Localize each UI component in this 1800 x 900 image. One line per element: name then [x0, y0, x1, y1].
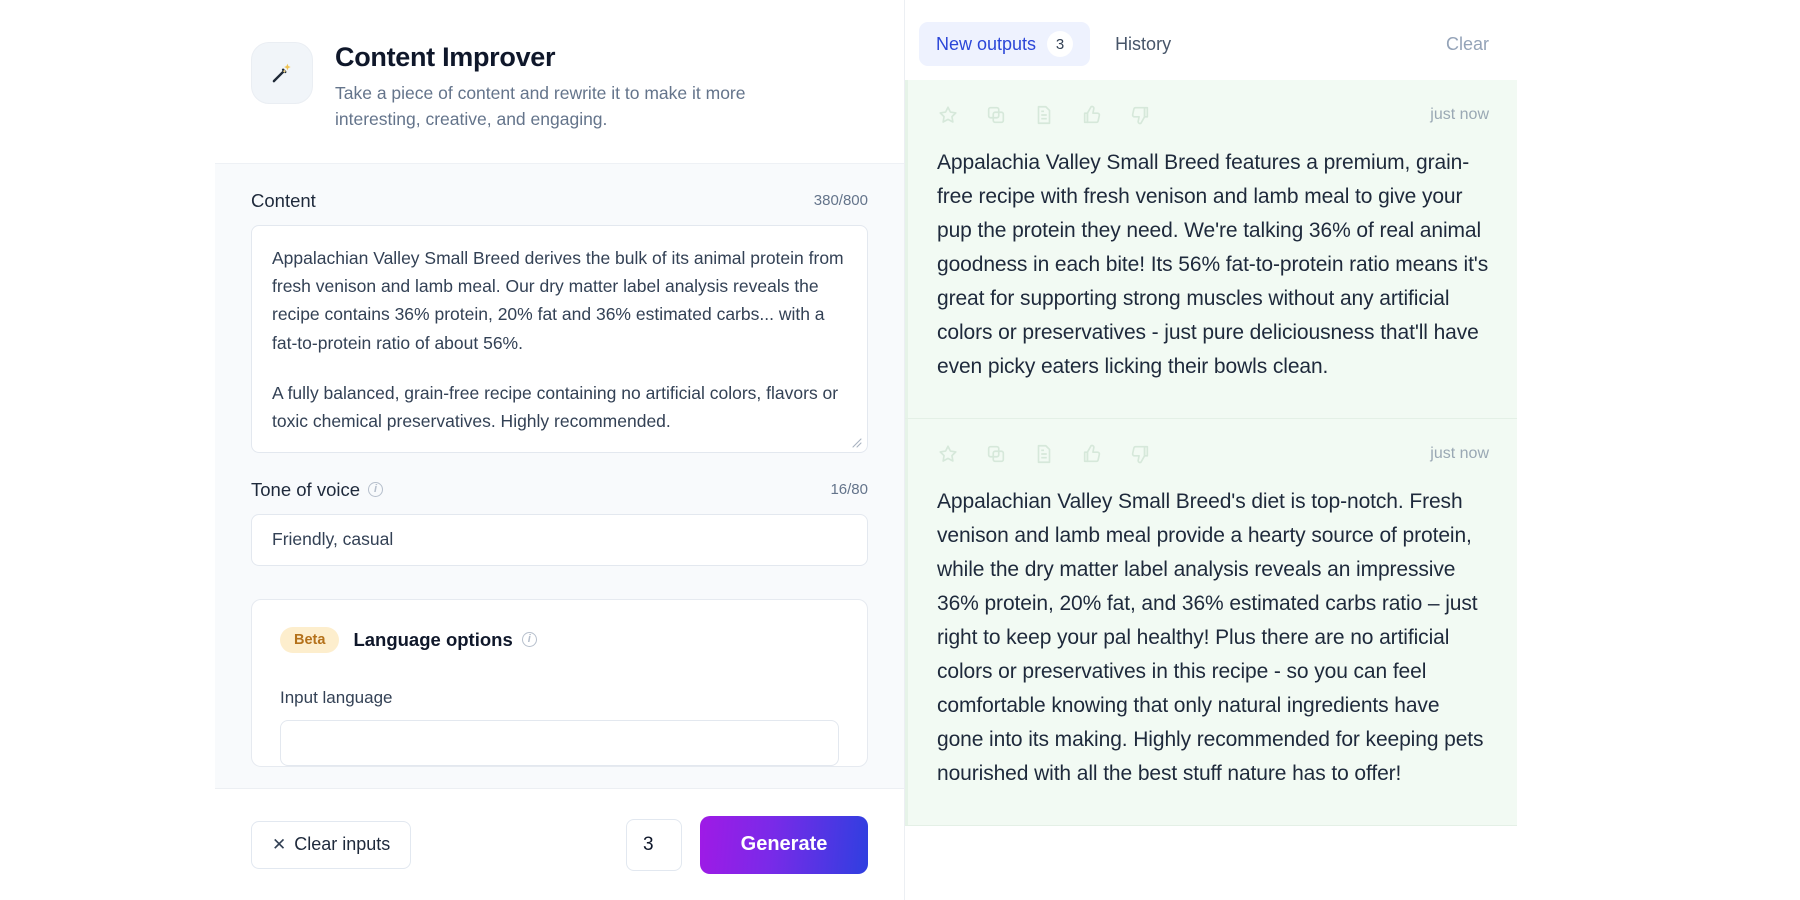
- app-root: Content Improver Take a piece of content…: [0, 0, 1800, 900]
- tool-form-panel: Content Improver Take a piece of content…: [215, 0, 905, 900]
- language-options-card: Beta Language options i Input language: [251, 599, 868, 768]
- generate-button[interactable]: Generate: [700, 816, 868, 874]
- tab-new-outputs-label: New outputs: [936, 34, 1036, 55]
- output-count-input[interactable]: 3: [626, 819, 682, 871]
- form-action-bar: ✕ Clear inputs 3 Generate: [215, 788, 904, 900]
- language-options-title: Language options i: [353, 629, 536, 651]
- magic-wand-icon: [251, 42, 313, 104]
- output-card-toolbar: just now: [937, 102, 1489, 128]
- page-title: Content Improver: [335, 42, 835, 73]
- content-paragraph-1: Appalachian Valley Small Breed derives t…: [272, 244, 847, 357]
- language-options-header: Beta Language options i: [280, 627, 839, 654]
- beta-badge: Beta: [280, 627, 339, 654]
- content-label: Content: [251, 190, 316, 212]
- output-card: just now Appalachian Valley Small Breed'…: [905, 419, 1517, 826]
- document-icon[interactable]: [1033, 443, 1055, 465]
- star-icon[interactable]: [937, 104, 959, 126]
- tone-label: Tone of voice i: [251, 479, 383, 501]
- new-outputs-count-badge: 3: [1047, 31, 1073, 57]
- outputs-panel: New outputs 3 History Clear: [905, 0, 1517, 900]
- tab-history-label: History: [1115, 34, 1171, 55]
- thumbs-up-icon[interactable]: [1081, 443, 1103, 465]
- tool-subtitle: Take a piece of content and rewrite it t…: [335, 80, 835, 133]
- outputs-tabbar: New outputs 3 History Clear: [905, 0, 1517, 80]
- info-icon[interactable]: i: [368, 482, 383, 497]
- clear-inputs-button[interactable]: ✕ Clear inputs: [251, 821, 411, 869]
- copy-icon[interactable]: [985, 104, 1007, 126]
- clear-inputs-label: Clear inputs: [294, 834, 390, 855]
- output-timestamp: just now: [1430, 445, 1489, 463]
- thumbs-up-icon[interactable]: [1081, 104, 1103, 126]
- output-text: Appalachian Valley Small Breed's diet is…: [937, 485, 1489, 791]
- output-count-value: 3: [643, 834, 654, 856]
- thumbs-down-icon[interactable]: [1129, 443, 1151, 465]
- output-timestamp: just now: [1430, 106, 1489, 124]
- tone-field-header: Tone of voice i 16/80: [251, 453, 868, 514]
- close-icon: ✕: [272, 835, 286, 855]
- star-icon[interactable]: [937, 443, 959, 465]
- input-language-label: Input language: [280, 688, 839, 708]
- language-options-title-text: Language options: [353, 629, 512, 651]
- input-language-select[interactable]: [280, 720, 839, 766]
- right-gutter: [1517, 0, 1800, 900]
- tone-input[interactable]: Friendly, casual: [251, 514, 868, 566]
- tool-header: Content Improver Take a piece of content…: [215, 0, 904, 164]
- outputs-list: just now Appalachia Valley Small Breed f…: [905, 80, 1517, 900]
- output-card: just now Appalachia Valley Small Breed f…: [905, 80, 1517, 419]
- copy-icon[interactable]: [985, 443, 1007, 465]
- tone-counter: 16/80: [830, 481, 868, 498]
- content-input[interactable]: Appalachian Valley Small Breed derives t…: [251, 225, 868, 453]
- tone-value: Friendly, casual: [272, 529, 393, 550]
- content-counter: 380/800: [814, 192, 868, 209]
- thumbs-down-icon[interactable]: [1129, 104, 1151, 126]
- tab-new-outputs[interactable]: New outputs 3: [919, 22, 1090, 66]
- document-icon[interactable]: [1033, 104, 1055, 126]
- generate-label: Generate: [741, 833, 828, 856]
- left-gutter: [0, 0, 215, 900]
- info-icon[interactable]: i: [522, 632, 537, 647]
- content-paragraph-2: A fully balanced, grain-free recipe cont…: [272, 379, 847, 436]
- clear-outputs-link[interactable]: Clear: [1446, 34, 1499, 55]
- output-card-toolbar: just now: [937, 441, 1489, 467]
- content-field-header: Content 380/800: [251, 164, 868, 225]
- tab-history[interactable]: History: [1098, 25, 1188, 64]
- tone-label-text: Tone of voice: [251, 479, 360, 501]
- output-text: Appalachia Valley Small Breed features a…: [937, 146, 1489, 384]
- resize-handle-icon[interactable]: [851, 437, 863, 449]
